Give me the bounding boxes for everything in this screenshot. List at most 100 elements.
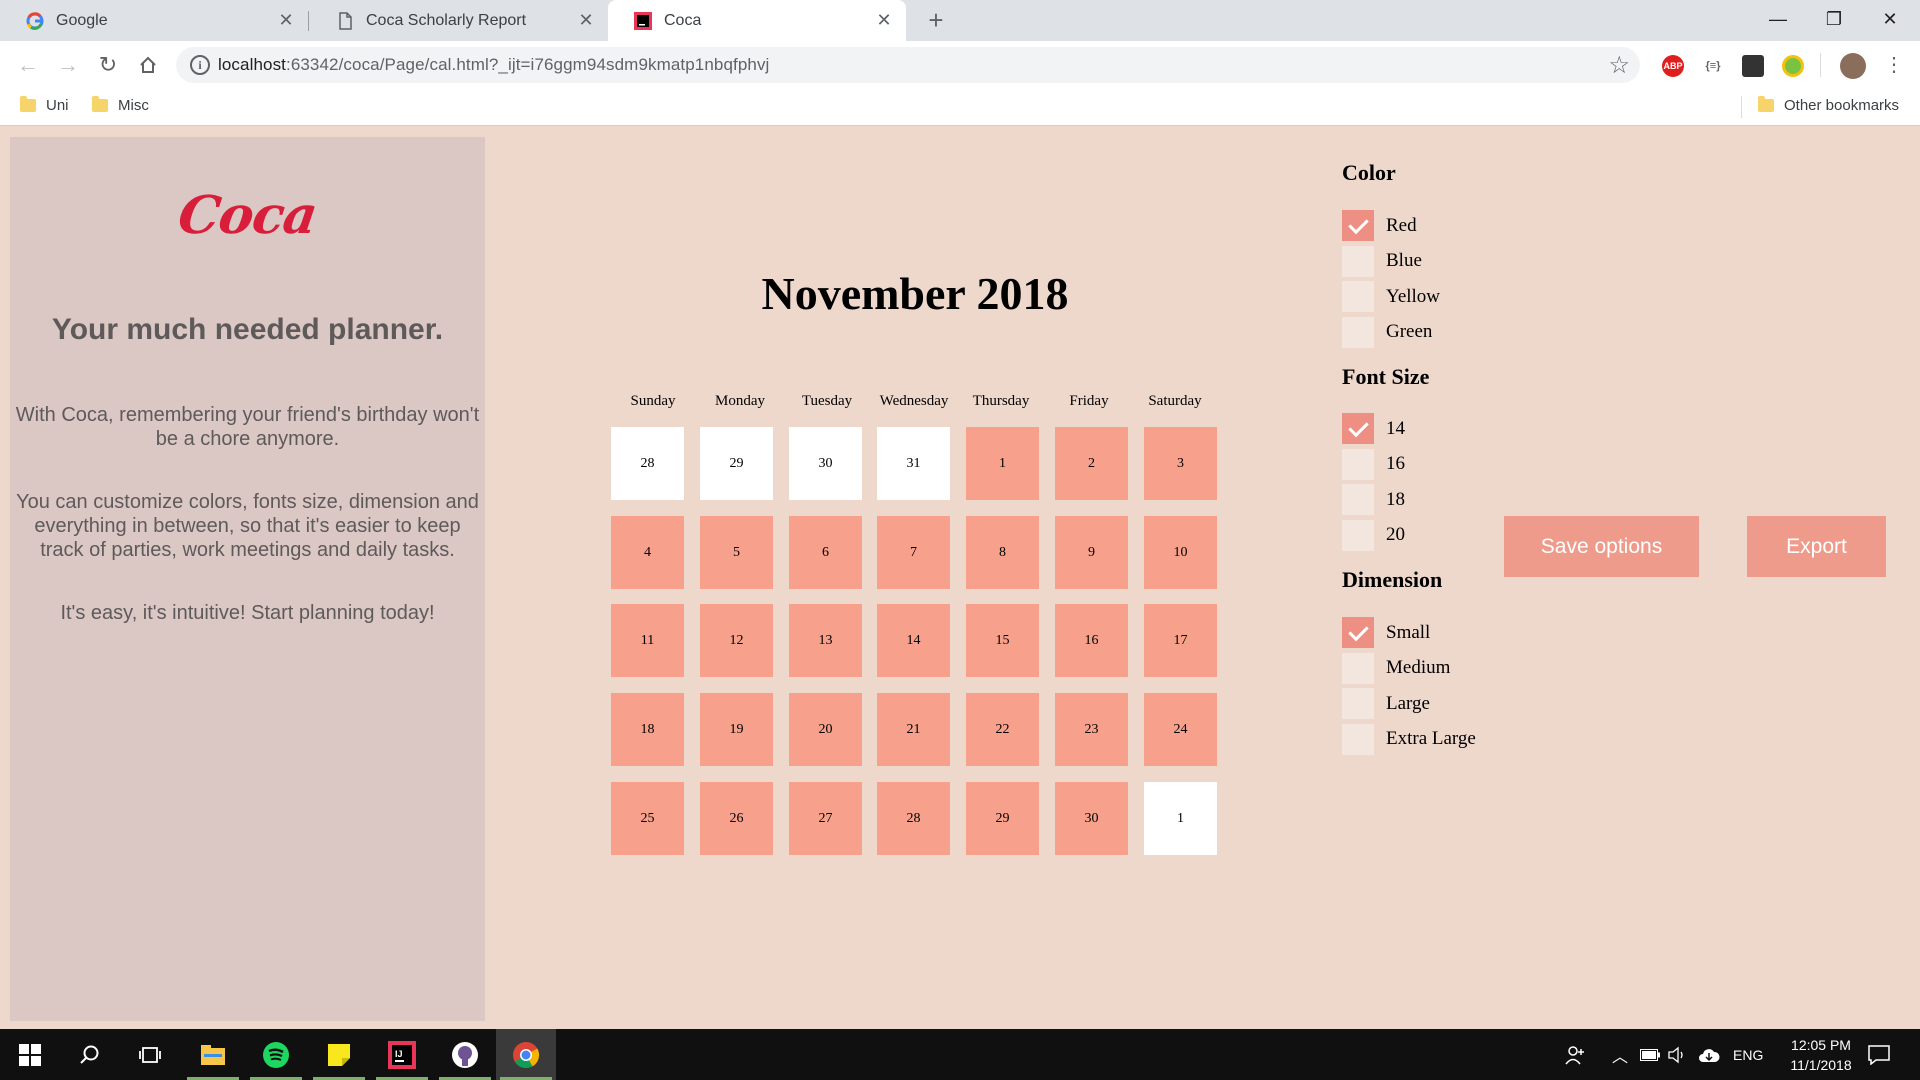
checkbox[interactable]	[1342, 617, 1374, 648]
calendar-day-cell[interactable]: 30	[1055, 782, 1128, 855]
calendar-day-cell[interactable]: 16	[1055, 604, 1128, 677]
close-icon[interactable]: ✕	[276, 10, 296, 30]
calendar-day-cell[interactable]: 29	[966, 782, 1039, 855]
calendar-day-cell[interactable]: 28	[611, 427, 684, 500]
calendar-day-cell[interactable]: 8	[966, 516, 1039, 589]
close-icon[interactable]: ✕	[576, 10, 596, 30]
system-clock[interactable]: 12:05 PM 11/1/2018	[1766, 1035, 1876, 1075]
checkbox[interactable]	[1342, 723, 1374, 755]
calendar-day-cell[interactable]: 6	[789, 516, 862, 589]
info-icon[interactable]: i	[190, 55, 210, 75]
calendar-day-cell[interactable]: 23	[1055, 693, 1128, 766]
language-indicator[interactable]: ENG	[1733, 1029, 1763, 1080]
bookmark-misc[interactable]: Misc	[92, 96, 149, 114]
calendar-day-cell[interactable]: 2	[1055, 427, 1128, 500]
checkbox[interactable]	[1342, 448, 1374, 480]
address-bar[interactable]: i localhost:63342/coca/Page/cal.html?_ij…	[176, 47, 1640, 83]
calendar-day-cell[interactable]: 3	[1144, 427, 1217, 500]
color-option-green[interactable]: Green	[1342, 316, 1432, 348]
calendar-day-cell[interactable]: 24	[1144, 693, 1217, 766]
calendar-day-cell[interactable]: 28	[877, 782, 950, 855]
checkbox[interactable]	[1342, 281, 1374, 312]
calendar-day-cell[interactable]: 25	[611, 782, 684, 855]
calendar-day-cell[interactable]: 21	[877, 693, 950, 766]
color-option-red[interactable]: Red	[1342, 210, 1417, 241]
chevron-up-icon[interactable]: ︿	[1612, 1029, 1628, 1080]
json-viewer-icon[interactable]: {≡}	[1702, 55, 1724, 77]
intellij-icon[interactable]: IJ	[372, 1029, 432, 1080]
calendar-day-cell[interactable]: 31	[877, 427, 950, 500]
tab-coca[interactable]: Coca ✕	[608, 0, 906, 41]
calendar-day-cell[interactable]: 7	[877, 516, 950, 589]
save-options-button[interactable]: Save options	[1504, 516, 1699, 577]
tab-google[interactable]: Google ✕	[0, 0, 308, 41]
calendar-day-cell[interactable]: 27	[789, 782, 862, 855]
bookmark-uni[interactable]: Uni	[20, 96, 69, 114]
avatar[interactable]	[1840, 53, 1866, 79]
checkbox[interactable]	[1342, 519, 1374, 551]
checkbox[interactable]	[1342, 413, 1374, 444]
forward-arrow-icon[interactable]: →	[54, 51, 82, 79]
dimension-option-small[interactable]: Small	[1342, 617, 1430, 648]
adblock-icon[interactable]: ABP	[1662, 55, 1684, 77]
color-option-yellow[interactable]: Yellow	[1342, 281, 1440, 312]
extension-icon[interactable]	[1782, 55, 1804, 77]
battery-icon[interactable]	[1640, 1029, 1660, 1080]
checkbox[interactable]	[1342, 652, 1374, 684]
close-icon[interactable]: ✕	[874, 10, 894, 30]
checkbox[interactable]	[1342, 245, 1374, 277]
calendar-day-cell[interactable]: 12	[700, 604, 773, 677]
tab-coca-scholarly-report[interactable]: Coca Scholarly Report ✕	[310, 0, 608, 41]
export-button[interactable]: Export	[1747, 516, 1886, 577]
calendar-day-cell[interactable]: 4	[611, 516, 684, 589]
chrome-icon[interactable]	[496, 1029, 556, 1080]
calendar-day-cell[interactable]: 13	[789, 604, 862, 677]
people-icon[interactable]	[1564, 1029, 1586, 1080]
font-size-option-16[interactable]: 16	[1342, 448, 1405, 480]
dimension-option-large[interactable]: Large	[1342, 688, 1430, 719]
bookmark-star-icon[interactable]: ☆	[1608, 51, 1630, 80]
calendar-day-cell[interactable]: 1	[966, 427, 1039, 500]
calendar-day-cell[interactable]: 26	[700, 782, 773, 855]
calendar-day-cell[interactable]: 18	[611, 693, 684, 766]
new-tab-button[interactable]: +	[922, 6, 950, 34]
calendar-day-cell[interactable]: 5	[700, 516, 773, 589]
menu-icon[interactable]: ⋮	[1880, 51, 1908, 79]
close-window-button[interactable]: ✕	[1862, 0, 1918, 41]
windows-start-icon[interactable]	[0, 1029, 60, 1080]
calendar-day-cell[interactable]: 29	[700, 427, 773, 500]
checkbox[interactable]	[1342, 484, 1374, 515]
search-icon[interactable]	[60, 1029, 120, 1080]
font-size-option-18[interactable]: 18	[1342, 484, 1405, 515]
checkbox[interactable]	[1342, 210, 1374, 241]
color-option-blue[interactable]: Blue	[1342, 245, 1422, 277]
file-explorer-icon[interactable]	[183, 1029, 243, 1080]
font-size-option-14[interactable]: 14	[1342, 413, 1405, 444]
restore-button[interactable]: ❐	[1806, 0, 1862, 41]
extension-icon[interactable]	[1742, 55, 1764, 77]
calendar-day-cell[interactable]: 20	[789, 693, 862, 766]
onedrive-cloud-icon[interactable]	[1698, 1029, 1720, 1080]
task-view-icon[interactable]	[120, 1029, 180, 1080]
dimension-option-medium[interactable]: Medium	[1342, 652, 1450, 684]
home-icon[interactable]	[134, 51, 162, 79]
sticky-notes-icon[interactable]	[309, 1029, 369, 1080]
font-size-option-20[interactable]: 20	[1342, 519, 1405, 551]
checkbox[interactable]	[1342, 688, 1374, 719]
calendar-day-cell[interactable]: 11	[611, 604, 684, 677]
url-text[interactable]: localhost:63342/coca/Page/cal.html?_ijt=…	[218, 55, 769, 75]
spotify-icon[interactable]	[246, 1029, 306, 1080]
volume-icon[interactable]	[1668, 1029, 1688, 1080]
notification-icon[interactable]	[1868, 1029, 1890, 1080]
calendar-day-cell[interactable]: 22	[966, 693, 1039, 766]
minimize-button[interactable]: —	[1750, 0, 1806, 41]
calendar-day-cell[interactable]: 1	[1144, 782, 1217, 855]
calendar-day-cell[interactable]: 19	[700, 693, 773, 766]
calendar-day-cell[interactable]: 9	[1055, 516, 1128, 589]
bookmark-other[interactable]: Other bookmarks	[1758, 96, 1899, 114]
github-icon[interactable]	[435, 1029, 495, 1080]
calendar-day-cell[interactable]: 17	[1144, 604, 1217, 677]
calendar-day-cell[interactable]: 10	[1144, 516, 1217, 589]
back-arrow-icon[interactable]: ←	[14, 51, 42, 79]
calendar-day-cell[interactable]: 30	[789, 427, 862, 500]
